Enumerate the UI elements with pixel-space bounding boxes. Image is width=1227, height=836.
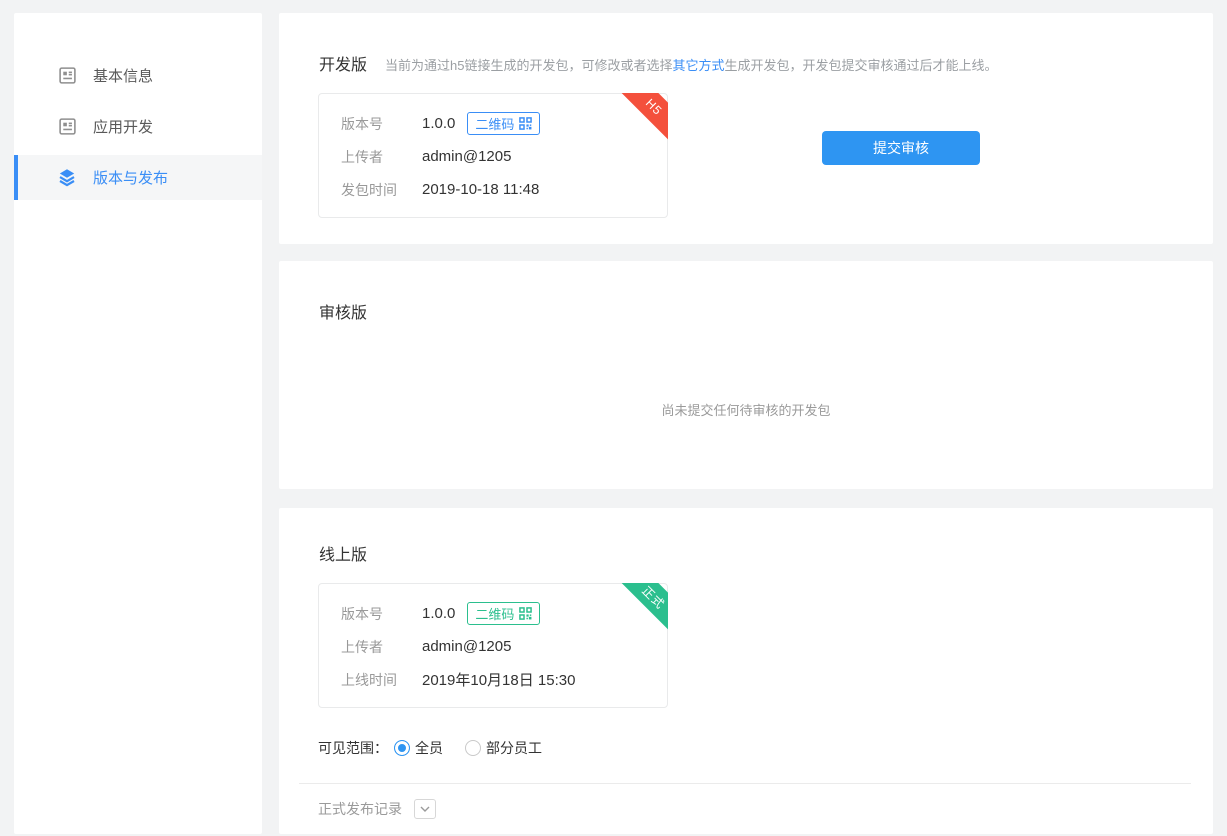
dev-version-panel: 开发版 当前为通过h5链接生成的开发包，可修改或者选择其它方式生成开发包，开发包… bbox=[279, 13, 1213, 244]
sidebar: 基本信息 应用开发 版本与发布 bbox=[14, 13, 262, 834]
divider bbox=[299, 783, 1191, 784]
release-record-row: 正式发布记录 bbox=[318, 799, 1213, 819]
version-label: 版本号 bbox=[341, 114, 422, 134]
online-time-row: 上线时间 2019年10月18日 15:30 bbox=[319, 663, 667, 696]
radio-selected-icon[interactable] bbox=[394, 740, 410, 756]
expand-record-button[interactable] bbox=[414, 799, 436, 819]
version-value: 1.0.0 bbox=[422, 115, 455, 132]
version-label: 版本号 bbox=[341, 604, 422, 624]
online-time-value: 2019年10月18日 15:30 bbox=[422, 669, 575, 690]
release-record-label: 正式发布记录 bbox=[318, 799, 402, 819]
qr-icon bbox=[519, 607, 532, 620]
sidebar-item-version-release[interactable]: 版本与发布 bbox=[14, 155, 262, 200]
package-time-label: 发包时间 bbox=[341, 180, 422, 200]
layers-icon bbox=[57, 168, 77, 188]
sidebar-item-basic-info[interactable]: 基本信息 bbox=[14, 53, 262, 98]
document-icon bbox=[57, 66, 77, 86]
review-version-panel: 审核版 尚未提交任何待审核的开发包 bbox=[279, 261, 1213, 489]
other-method-link[interactable]: 其它方式 bbox=[672, 58, 724, 73]
ribbon-corner: 正式 bbox=[604, 583, 668, 647]
dev-section-desc: 当前为通过h5链接生成的开发包，可修改或者选择其它方式生成开发包，开发包提交审核… bbox=[385, 55, 998, 74]
radio-option-everyone[interactable]: 全员 bbox=[394, 738, 443, 758]
radio-option-label: 全员 bbox=[415, 738, 443, 758]
sidebar-item-label: 基本信息 bbox=[93, 65, 153, 86]
chevron-down-icon bbox=[420, 806, 430, 812]
dev-version-card: 版本号 1.0.0 二维码 bbox=[318, 93, 668, 218]
online-version-card: 版本号 1.0.0 二维码 bbox=[318, 583, 668, 708]
online-time-label: 上线时间 bbox=[341, 670, 422, 690]
visibility-row: 可见范围： 全员 部分员工 bbox=[318, 738, 1213, 758]
uploader-value: admin@1205 bbox=[422, 148, 511, 165]
submit-review-button[interactable]: 提交审核 bbox=[822, 131, 980, 165]
visibility-label: 可见范围： bbox=[318, 738, 388, 758]
ribbon-corner: H5 bbox=[604, 93, 668, 157]
sidebar-item-app-dev[interactable]: 应用开发 bbox=[14, 104, 262, 149]
official-ribbon: 正式 bbox=[604, 583, 668, 647]
dev-section-title: 开发版 bbox=[319, 51, 367, 75]
sidebar-item-label: 版本与发布 bbox=[93, 167, 168, 188]
online-section-title: 线上版 bbox=[319, 541, 367, 565]
review-empty-text: 尚未提交任何待审核的开发包 bbox=[279, 400, 1213, 419]
qr-code-button[interactable]: 二维码 bbox=[467, 112, 540, 135]
main-content: 开发版 当前为通过h5链接生成的开发包，可修改或者选择其它方式生成开发包，开发包… bbox=[279, 13, 1213, 834]
qr-icon bbox=[519, 117, 532, 130]
uploader-label: 上传者 bbox=[341, 637, 422, 657]
document-icon bbox=[57, 117, 77, 137]
radio-option-label: 部分员工 bbox=[486, 738, 542, 758]
uploader-label: 上传者 bbox=[341, 147, 422, 167]
review-section-title: 审核版 bbox=[319, 299, 367, 323]
online-version-panel: 线上版 版本号 1.0.0 二维码 bbox=[279, 508, 1213, 834]
package-time-row: 发包时间 2019-10-18 11:48 bbox=[319, 173, 667, 206]
version-value: 1.0.0 bbox=[422, 605, 455, 622]
radio-option-partial-staff[interactable]: 部分员工 bbox=[465, 738, 542, 758]
radio-unselected-icon[interactable] bbox=[465, 740, 481, 756]
qr-code-button[interactable]: 二维码 bbox=[467, 602, 540, 625]
package-time-value: 2019-10-18 11:48 bbox=[422, 181, 539, 198]
h5-ribbon: H5 bbox=[604, 93, 668, 157]
sidebar-item-label: 应用开发 bbox=[93, 116, 153, 137]
uploader-value: admin@1205 bbox=[422, 638, 511, 655]
